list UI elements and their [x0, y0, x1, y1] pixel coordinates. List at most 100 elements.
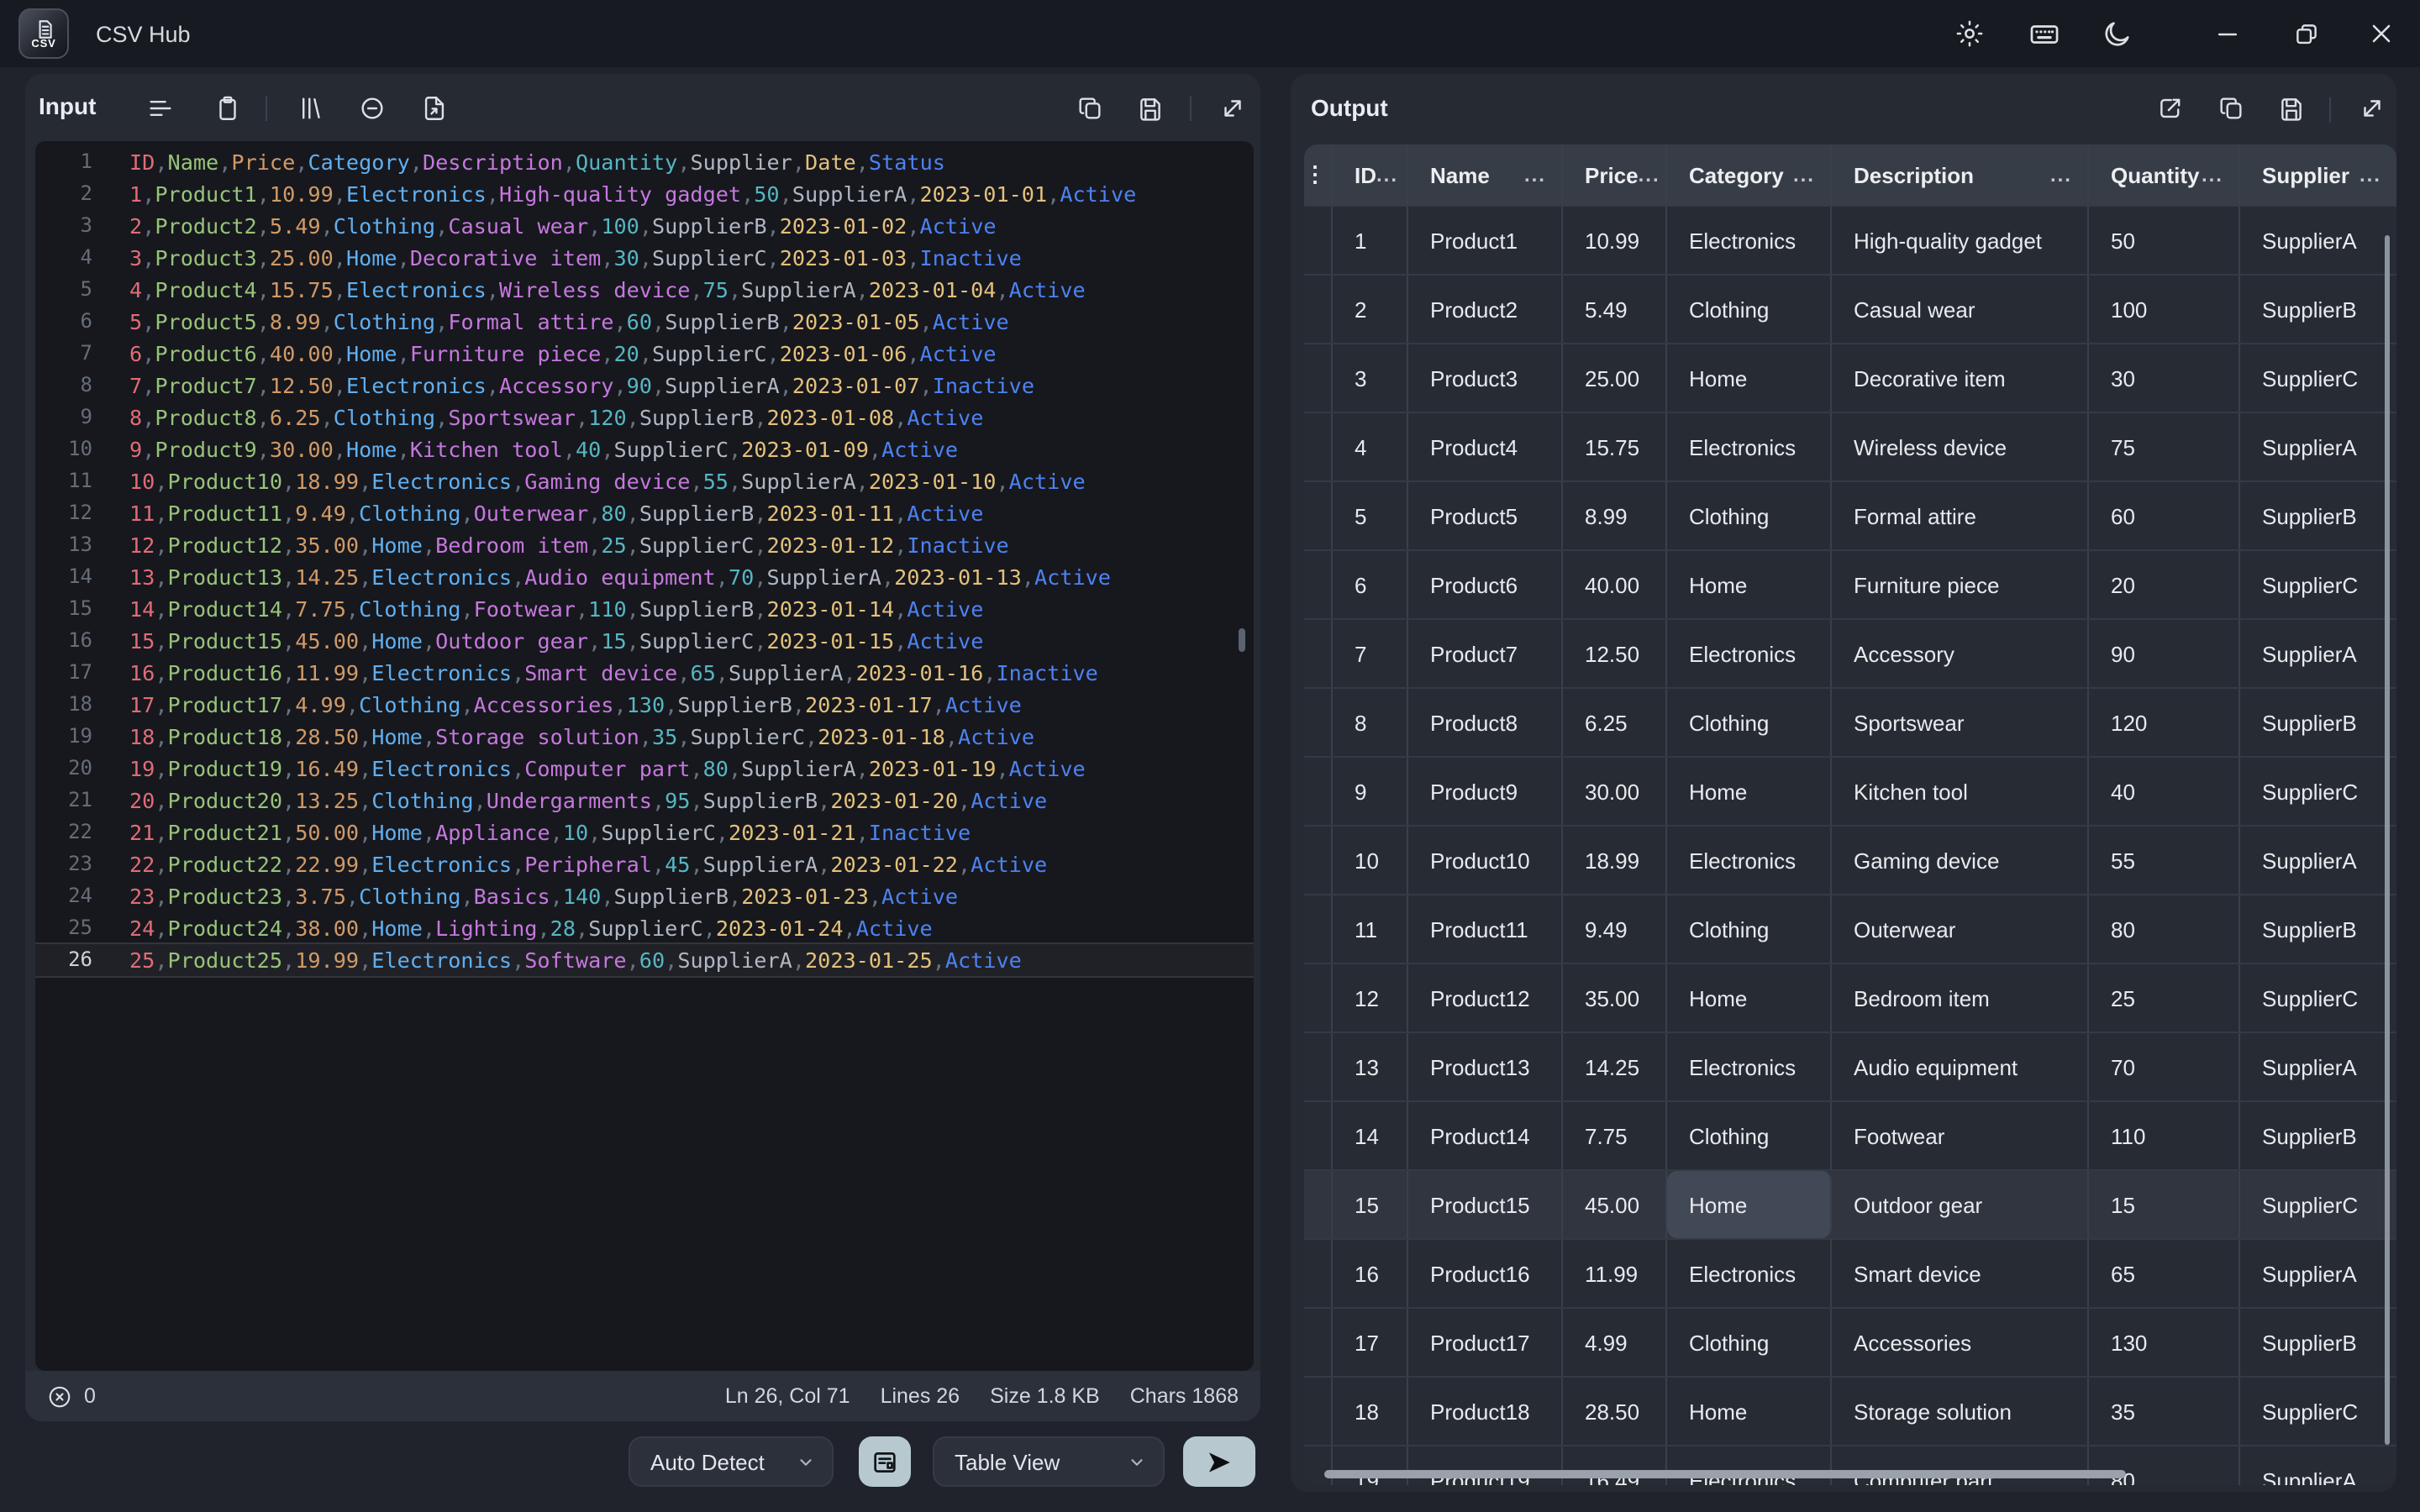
editor-scrollbar-thumb[interactable] [1239, 628, 1245, 652]
table-cell[interactable]: 5.49 [1563, 276, 1667, 343]
table-cell[interactable]: 30 [2089, 344, 2240, 412]
table-row[interactable]: 1Product110.99ElectronicsHigh-quality ga… [1304, 205, 2396, 274]
table-cell[interactable]: 55 [2089, 827, 2240, 894]
editor-line[interactable]: 2120,Product20,13.25,Clothing,Undergarme… [35, 785, 1254, 816]
column-menu-icon[interactable]: ... [2050, 163, 2072, 186]
editor-line[interactable]: 2423,Product23,3.75,Clothing,Basics,140,… [35, 880, 1254, 912]
table-cell[interactable]: 20 [2089, 551, 2240, 618]
table-cell[interactable]: 18 [1333, 1378, 1408, 1445]
table-cell[interactable]: Electronics [1667, 827, 1832, 894]
editor-line[interactable]: 1110,Product10,18.99,Electronics,Gaming … [35, 465, 1254, 497]
table-cell[interactable]: Clothing [1667, 1309, 1832, 1376]
table-cell[interactable]: 80 [2089, 1446, 2240, 1485]
editor-line[interactable]: 2322,Product22,22.99,Electronics,Periphe… [35, 848, 1254, 880]
editor-line[interactable]: 109,Product9,30.00,Home,Kitchen tool,40,… [35, 433, 1254, 465]
table-cell[interactable]: SupplierB [2240, 1309, 2396, 1376]
editor-line[interactable]: 65,Product5,8.99,Clothing,Formal attire,… [35, 306, 1254, 338]
table-cell[interactable]: Accessories [1832, 1309, 2089, 1376]
keyboard-icon[interactable] [2023, 13, 2064, 54]
editor-line[interactable]: 43,Product3,25.00,Home,Decorative item,3… [35, 242, 1254, 274]
editor-line[interactable]: 87,Product7,12.50,Electronics,Accessory,… [35, 370, 1254, 402]
table-cell[interactable]: Electronics [1667, 207, 1832, 274]
column-header-name[interactable]: Name... [1408, 144, 1563, 205]
table-cell[interactable]: Home [1667, 1378, 1832, 1445]
table-cell[interactable]: High-quality gadget [1832, 207, 2089, 274]
table-cell[interactable]: 1 [1333, 207, 1408, 274]
table-cell[interactable]: 5 [1333, 482, 1408, 549]
table-cell[interactable]: 30.00 [1563, 758, 1667, 825]
table-cell[interactable]: SupplierB [2240, 689, 2396, 756]
table-cell[interactable]: 6.25 [1563, 689, 1667, 756]
row-handle[interactable] [1304, 1309, 1333, 1376]
table-row[interactable]: 11Product119.49ClothingOuterwear80Suppli… [1304, 894, 2396, 963]
editor-line[interactable]: 98,Product8,6.25,Clothing,Sportswear,120… [35, 402, 1254, 433]
table-cell[interactable]: 16.49 [1563, 1446, 1667, 1485]
table-cell[interactable]: 130 [2089, 1309, 2240, 1376]
table-cell[interactable]: 3 [1333, 344, 1408, 412]
table-cell[interactable]: Electronics [1667, 620, 1832, 687]
table-cell[interactable]: SupplierC [2240, 551, 2396, 618]
table-cell[interactable]: Product13 [1408, 1033, 1563, 1100]
column-header-price[interactable]: Price... [1563, 144, 1667, 205]
column-menu-icon[interactable]: ... [1639, 163, 1660, 186]
file-import-icon[interactable] [412, 87, 455, 128]
table-cell[interactable]: 75 [2089, 413, 2240, 480]
table-row[interactable]: 14Product147.75ClothingFootwear110Suppli… [1304, 1100, 2396, 1169]
table-cell[interactable]: 60 [2089, 482, 2240, 549]
row-handle[interactable] [1304, 482, 1333, 549]
table-cell[interactable]: Electronics [1667, 1033, 1832, 1100]
copy-input-icon[interactable] [1067, 87, 1111, 128]
editor-line[interactable]: 21,Product1,10.99,Electronics,High-quali… [35, 178, 1254, 210]
table-cell[interactable]: 12 [1333, 964, 1408, 1032]
table-vertical-scrollbar-thumb[interactable] [2385, 235, 2390, 1445]
row-handle[interactable] [1304, 1378, 1333, 1445]
row-handle[interactable] [1304, 413, 1333, 480]
table-layout-button[interactable] [859, 1436, 911, 1487]
table-cell[interactable]: 25 [2089, 964, 2240, 1032]
table-cell[interactable]: SupplierA [2240, 827, 2396, 894]
table-cell[interactable]: Electronics [1667, 1240, 1832, 1307]
table-cell[interactable]: Clothing [1667, 482, 1832, 549]
column-menu-icon[interactable]: ... [1524, 163, 1546, 186]
row-handle[interactable] [1304, 964, 1333, 1032]
table-cell[interactable]: 40 [2089, 758, 2240, 825]
table-row[interactable]: 10Product1018.99ElectronicsGaming device… [1304, 825, 2396, 894]
table-cell[interactable]: 2 [1333, 276, 1408, 343]
table-cell[interactable]: 90 [2089, 620, 2240, 687]
column-menu-icon[interactable]: ... [2202, 163, 2223, 186]
table-cell[interactable]: 18.99 [1563, 827, 1667, 894]
csv-editor[interactable]: 1ID,Name,Price,Category,Description,Quan… [35, 141, 1254, 1371]
table-cell[interactable]: 7.75 [1563, 1102, 1667, 1169]
table-cell[interactable]: Product8 [1408, 689, 1563, 756]
column-menu-icon[interactable]: ... [2360, 163, 2381, 186]
table-cell[interactable]: Clothing [1667, 895, 1832, 963]
table-cell[interactable]: Product17 [1408, 1309, 1563, 1376]
table-cell[interactable]: Outerwear [1832, 895, 2089, 963]
table-cell[interactable]: 12.50 [1563, 620, 1667, 687]
editor-line[interactable]: 2221,Product21,50.00,Home,Appliance,10,S… [35, 816, 1254, 848]
editor-line[interactable]: 76,Product6,40.00,Home,Furniture piece,2… [35, 338, 1254, 370]
table-cell[interactable]: 120 [2089, 689, 2240, 756]
row-handle[interactable] [1304, 1240, 1333, 1307]
table-cell[interactable]: SupplierB [2240, 482, 2396, 549]
table-cell[interactable]: Clothing [1667, 689, 1832, 756]
link-icon[interactable] [350, 87, 393, 128]
row-handle[interactable] [1304, 689, 1333, 756]
table-cell[interactable]: 14 [1333, 1102, 1408, 1169]
expand-output-icon[interactable] [2349, 87, 2393, 128]
table-cell[interactable]: 40.00 [1563, 551, 1667, 618]
editor-line[interactable]: 1ID,Name,Price,Category,Description,Quan… [35, 146, 1254, 178]
editor-line[interactable]: 1817,Product17,4.99,Clothing,Accessories… [35, 689, 1254, 721]
format-select[interactable]: Auto Detect [629, 1436, 834, 1487]
column-menu-icon[interactable]: ... [1376, 163, 1398, 186]
table-cell[interactable]: Product2 [1408, 276, 1563, 343]
editor-line[interactable]: 2625,Product25,19.99,Electronics,Softwar… [35, 942, 1254, 978]
save-output-icon[interactable] [2269, 87, 2312, 128]
table-cell[interactable]: Clothing [1667, 276, 1832, 343]
table-cell[interactable]: SupplierB [2240, 1102, 2396, 1169]
table-cell[interactable]: 9 [1333, 758, 1408, 825]
table-cell[interactable]: Home [1667, 551, 1832, 618]
table-cell[interactable]: 100 [2089, 276, 2240, 343]
table-cell[interactable]: 16 [1333, 1240, 1408, 1307]
table-cell[interactable]: Decorative item [1832, 344, 2089, 412]
